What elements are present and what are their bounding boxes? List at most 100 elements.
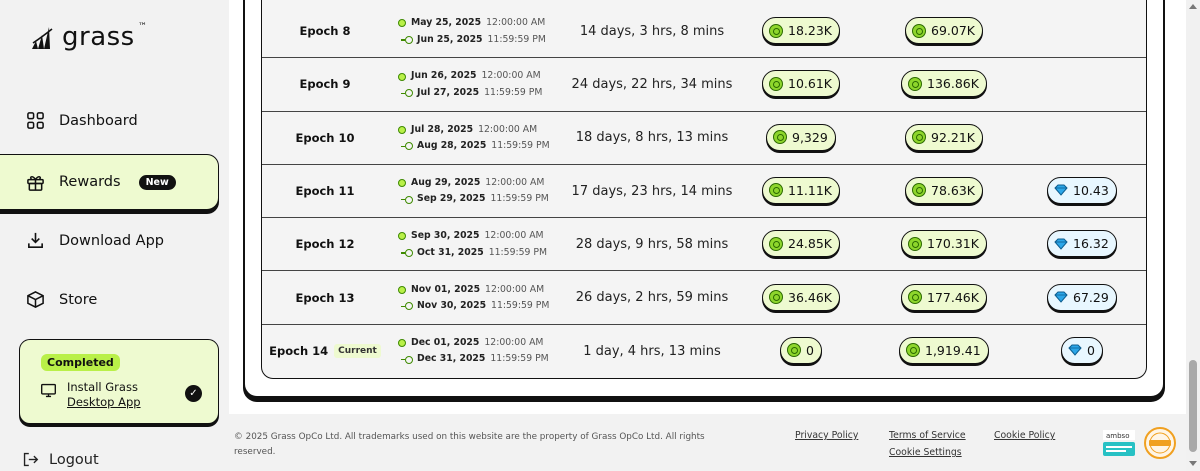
app-compliance-seal-icon bbox=[1144, 427, 1176, 459]
end-time: 11:59:59 PM bbox=[491, 300, 550, 311]
scroll-up-arrow-icon[interactable] bbox=[1189, 4, 1197, 9]
start-dot-icon bbox=[398, 339, 406, 348]
start-date: May 25, 2025 bbox=[411, 17, 482, 28]
task-text: Install Grass Desktop App bbox=[67, 380, 141, 410]
epoch-name-cell: Epoch 14 Current bbox=[262, 325, 388, 378]
epoch-name: Epoch 10 bbox=[295, 130, 355, 145]
start-date: Dec 01, 2025 bbox=[411, 336, 480, 348]
pill-value: 0 bbox=[806, 342, 814, 358]
epoch-duration: 24 days, 22 hrs, 34 mins bbox=[571, 76, 733, 92]
epoch-dates: Dec 01, 2025 12:00:00 AM Dec 31, 2025 11… bbox=[398, 335, 549, 368]
copyright-text: © 2025 Grass OpCo Ltd. All trademarks us… bbox=[234, 432, 705, 457]
start-date-line: May 25, 2025 12:00:00 AM bbox=[398, 15, 546, 32]
grass-coin-icon bbox=[906, 343, 920, 358]
points-pill: 10.61K bbox=[762, 70, 840, 98]
sidebar-item-download-app[interactable]: Download App bbox=[26, 231, 164, 250]
sidebar-item-store[interactable]: Store bbox=[26, 290, 97, 309]
pill-value: 67.29 bbox=[1073, 289, 1109, 305]
pill-value: 69.07K bbox=[931, 23, 975, 38]
start-date-line: Aug 29, 2025 12:00:00 AM bbox=[398, 175, 549, 192]
start-dot-icon bbox=[398, 125, 406, 134]
pill-value: 0 bbox=[1087, 342, 1095, 358]
gift-icon bbox=[27, 175, 44, 191]
scroll-down-arrow-icon[interactable] bbox=[1189, 461, 1197, 466]
start-dot-icon bbox=[398, 19, 406, 28]
grass-coin-icon bbox=[912, 130, 926, 145]
end-date: Oct 31, 2025 bbox=[417, 246, 484, 258]
epoch-duration: 1 day, 4 hrs, 13 mins bbox=[583, 343, 721, 359]
epoch-dates: Sep 30, 2025 12:00:00 AM Oct 31, 2025 11… bbox=[398, 228, 547, 261]
end-date-line: Oct 31, 2025 11:59:59 PM bbox=[398, 245, 547, 262]
epoch-row: Epoch 12 Sep 30, 2025 12:00:00 AM Oct 31… bbox=[262, 218, 1146, 272]
pill-value: 9,329 bbox=[792, 129, 828, 145]
rewards-pill: 69.07K bbox=[905, 17, 983, 44]
epoch-row: Epoch 13 Nov 01, 2025 12:00:00 AM Nov 30… bbox=[262, 272, 1146, 325]
completed-task-card[interactable]: Completed Install Grass Desktop App ✓ bbox=[19, 339, 219, 424]
pill-value: 10.61K bbox=[788, 76, 832, 92]
scroll-thumb[interactable] bbox=[1189, 360, 1197, 452]
start-time: 12:00:00 AM bbox=[486, 17, 546, 28]
grass-coin-icon bbox=[773, 130, 787, 145]
start-date-line: Jul 28, 2025 12:00:00 AM bbox=[398, 122, 550, 139]
privacy-policy-link[interactable]: Privacy Policy bbox=[795, 430, 858, 441]
epoch-dates: Nov 01, 2025 12:00:00 AM Nov 30, 2025 11… bbox=[398, 282, 549, 315]
epoch-name: Epoch 8 bbox=[299, 24, 351, 39]
task-line-1: Install Grass bbox=[67, 380, 138, 394]
grass-coin-icon bbox=[908, 290, 922, 304]
points-pill: 18.23K bbox=[762, 17, 840, 44]
points-pill: 24.85K bbox=[762, 230, 840, 258]
bonus-pill: 16.32 bbox=[1047, 230, 1117, 258]
logout-button[interactable]: Logout bbox=[22, 451, 99, 468]
trademark-mark: ™ bbox=[138, 22, 147, 32]
epoch-name: Epoch 11 bbox=[295, 184, 355, 199]
pill-value: 24.85K bbox=[788, 236, 832, 252]
pill-value: 18.23K bbox=[788, 23, 832, 38]
desktop-app-link[interactable]: Desktop App bbox=[67, 395, 141, 410]
end-date-line: Dec 31, 2025 11:59:59 PM bbox=[398, 351, 549, 368]
sidebar-item-rewards[interactable]: Rewards New bbox=[0, 154, 219, 210]
grass-coin-icon bbox=[908, 76, 922, 91]
sidebar: grass ™ Dashboard Rewards New Download A… bbox=[0, 0, 229, 471]
start-date: Jul 28, 2025 bbox=[411, 123, 474, 135]
rewards-pill: 78.63K bbox=[905, 176, 983, 204]
diamond-icon bbox=[1054, 291, 1068, 303]
sidebar-item-label: Dashboard bbox=[59, 112, 138, 129]
start-time: 12:00:00 AM bbox=[481, 70, 541, 82]
grass-coin-icon bbox=[769, 236, 783, 251]
points-pill: 36.46K bbox=[762, 283, 840, 311]
start-time: 12:00:00 AM bbox=[484, 230, 544, 242]
pill-value: 36.46K bbox=[788, 289, 832, 305]
brand-name: grass bbox=[62, 22, 135, 52]
start-date-line: Jun 26, 2025 12:00:00 AM bbox=[398, 68, 542, 85]
pill-value: 136.86K bbox=[927, 76, 979, 92]
pill-value: 78.63K bbox=[931, 182, 975, 198]
end-date-line: Aug 28, 2025 11:59:59 PM bbox=[398, 138, 550, 155]
end-date: Jun 25, 2025 bbox=[417, 33, 483, 45]
bonus-pill: 0 bbox=[1061, 336, 1103, 364]
pill-value: 170.31K bbox=[927, 236, 979, 252]
grass-coin-icon bbox=[912, 183, 926, 198]
grass-logo[interactable]: grass ™ bbox=[30, 22, 147, 52]
pill-value: 16.32 bbox=[1073, 236, 1109, 252]
terms-of-service-link[interactable]: Terms of Service bbox=[889, 430, 966, 441]
sidebar-item-dashboard[interactable]: Dashboard bbox=[26, 111, 138, 130]
end-dot-icon bbox=[401, 195, 413, 204]
cookie-policy-link[interactable]: Cookie Policy bbox=[994, 430, 1055, 441]
start-date: Aug 29, 2025 bbox=[411, 176, 481, 188]
epoch-duration: 18 days, 8 hrs, 13 mins bbox=[575, 130, 729, 146]
page-scrollbar[interactable] bbox=[1186, 0, 1200, 471]
check-icon: ✓ bbox=[185, 385, 202, 402]
grass-coin-icon bbox=[769, 23, 783, 38]
cookie-settings-link[interactable]: Cookie Settings bbox=[889, 447, 962, 458]
diamond-icon bbox=[1054, 238, 1068, 250]
end-time: 11:59:59 PM bbox=[490, 353, 549, 365]
rewards-pill: 1,919.41 bbox=[899, 336, 989, 364]
points-pill: 0 bbox=[780, 336, 822, 364]
epoch-duration: 17 days, 23 hrs, 14 mins bbox=[571, 183, 733, 199]
end-date-line: Nov 30, 2025 11:59:59 PM bbox=[398, 298, 549, 315]
sidebar-item-label: Store bbox=[59, 291, 98, 308]
epoch-dates: Jul 28, 2025 12:00:00 AM Aug 28, 2025 11… bbox=[398, 122, 550, 155]
epoch-name-cell: Epoch 12 bbox=[262, 218, 388, 270]
end-date: Sep 29, 2025 bbox=[417, 193, 486, 205]
epoch-row: Epoch 14 Current Dec 01, 2025 12:00:00 A… bbox=[262, 325, 1146, 378]
